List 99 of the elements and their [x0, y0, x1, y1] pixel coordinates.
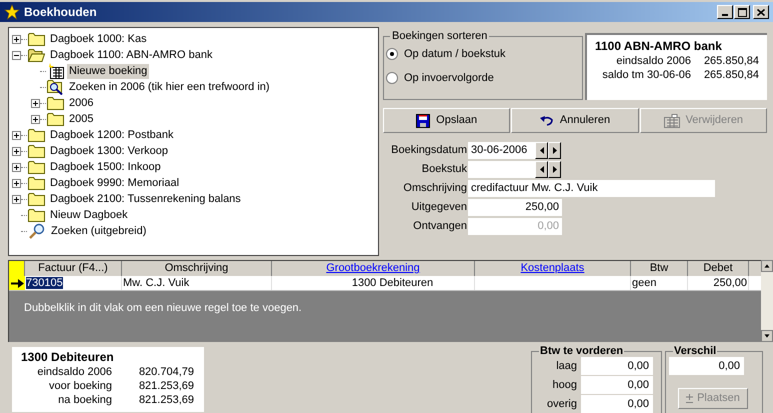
table-cell[interactable]: Mw. C.J. Vuik — [122, 276, 272, 290]
summary-value: 821.253,69 — [138, 379, 194, 393]
input-field[interactable] — [468, 161, 535, 178]
folder-icon — [28, 192, 45, 206]
maximize-button[interactable] — [734, 5, 750, 19]
tree-item[interactable]: Dagboek 9990: Memoriaal — [48, 176, 182, 190]
field-label: Boekingsdatum — [390, 143, 468, 158]
expand-toggle-icon[interactable] — [12, 34, 21, 44]
folder-icon — [28, 128, 45, 142]
field-label: laag — [556, 358, 577, 374]
summary-value: 265.850,84 — [704, 68, 759, 82]
collapse-toggle-icon[interactable] — [12, 50, 21, 60]
left-triangle-icon — [540, 147, 544, 154]
summary-label: na boeking — [57, 393, 112, 407]
tree-item[interactable]: Dagboek 1500: Inkoop — [48, 160, 163, 174]
expand-toggle-icon[interactable] — [12, 194, 21, 204]
plus-minus-icon — [686, 394, 694, 403]
tree-item[interactable]: 2006 — [67, 96, 96, 110]
field-label: Boekstuk — [420, 162, 468, 178]
spreadsheet-icon — [664, 114, 680, 128]
group-title: Boekingen sorteren — [391, 29, 488, 44]
table-cell[interactable]: geen — [631, 276, 688, 290]
spreadsheet-icon — [47, 63, 64, 79]
folder-icon — [28, 160, 45, 174]
field-label: Uitgegeven — [410, 200, 468, 216]
radio-option[interactable]: Op invoervolgorde — [386, 70, 582, 86]
input-field[interactable]: 0,00 — [581, 357, 653, 375]
field-label: overig — [547, 396, 577, 412]
summary-value: 265.850,84 — [704, 54, 759, 68]
scroll-up-icon[interactable] — [761, 260, 773, 272]
summary-value: 820.704,79 — [138, 365, 194, 379]
input-field[interactable]: 0,00 — [581, 395, 653, 413]
open-folder-icon — [28, 48, 45, 62]
summary-value: 821.253,69 — [138, 393, 194, 407]
tree-item[interactable]: Zoeken in 2006 (tik hier een trefwoord in) — [67, 80, 272, 94]
group-title: Btw te vorderen — [539, 345, 624, 357]
input-field[interactable]: 30-06-2006 — [468, 142, 535, 159]
expand-toggle-icon[interactable] — [31, 114, 40, 124]
folder-icon — [47, 112, 64, 126]
tree-item[interactable]: Zoeken (uitgebreid) — [49, 224, 148, 238]
toolbar-button[interactable]: Opslaan — [383, 108, 510, 133]
folder-icon — [28, 176, 45, 190]
expand-toggle-icon[interactable] — [12, 178, 21, 188]
next-button[interactable] — [548, 142, 561, 159]
window-title: Boekhouden — [24, 4, 97, 21]
left-triangle-icon — [540, 166, 544, 173]
tree-item[interactable]: Nieuw Dagboek — [48, 208, 130, 222]
minimize-button[interactable] — [717, 5, 733, 19]
folder-icon — [47, 96, 64, 110]
folder-icon — [28, 208, 45, 222]
toolbar-button[interactable]: Annuleren — [511, 108, 639, 133]
difference-field[interactable]: 0,00 — [669, 357, 744, 375]
tree-item[interactable]: Dagboek 1000: Kas — [48, 32, 149, 46]
input-field[interactable]: 250,00 — [468, 199, 562, 216]
input-field[interactable]: credifactuur Mw. C.J. Vuik — [468, 180, 715, 197]
next-button[interactable] — [548, 161, 561, 178]
undo-arrow-icon — [540, 116, 554, 126]
close-icon — [757, 8, 765, 16]
tree-item[interactable]: 2005 — [67, 112, 96, 126]
scrollbar[interactable] — [761, 260, 773, 342]
expand-toggle-icon[interactable] — [12, 146, 21, 156]
star-app-icon — [4, 4, 20, 20]
expand-toggle-icon[interactable] — [12, 130, 21, 140]
input-field[interactable]: 0,00 — [581, 376, 653, 394]
right-triangle-icon — [552, 166, 556, 173]
tree-item[interactable]: Nieuwe boeking — [67, 64, 150, 78]
folder-icon — [28, 32, 45, 46]
previous-button[interactable] — [535, 142, 548, 159]
table-cell[interactable]: 730105 — [25, 276, 122, 290]
tree-item[interactable]: Dagboek 1300: Verkoop — [48, 144, 170, 158]
folder-icon — [28, 144, 45, 158]
summary-label: saldo tm 30-06-06 — [601, 68, 691, 82]
grid-hint-text: Dubbelklik in dit vlak om een nieuwe regel toe te voegen. — [23, 301, 303, 316]
table-cell[interactable]: 1300 Debiteuren — [272, 276, 475, 290]
group-title: Verschil — [673, 345, 718, 357]
tree-item[interactable]: Dagboek 2100: Tussenrekening balans — [48, 192, 243, 206]
maximize-icon — [738, 8, 746, 16]
table-cell[interactable]: 250,00 — [688, 276, 749, 290]
search-icon — [28, 223, 46, 239]
close-button[interactable] — [753, 5, 769, 19]
field-label: hoog — [552, 378, 577, 393]
arrow-icon — [10, 278, 24, 288]
tree-item[interactable]: Dagboek 1200: Postbank — [48, 128, 176, 142]
field-label: Omschrijving — [402, 181, 468, 196]
expand-toggle-icon[interactable] — [31, 98, 40, 108]
magnifier-folder-icon — [47, 79, 64, 95]
summary-label: voor boeking — [48, 379, 112, 393]
radio-option[interactable]: Op datum / boekstuk — [386, 46, 582, 62]
field-label: Ontvangen — [412, 219, 468, 234]
summary-title: 1300 Debiteuren — [21, 350, 115, 365]
tree-item[interactable]: Dagboek 1100: ABN-AMRO bank — [48, 48, 214, 62]
summary-label: eindsaldo 2006 — [615, 54, 691, 68]
expand-toggle-icon[interactable] — [12, 162, 21, 172]
previous-button[interactable] — [535, 161, 548, 178]
right-triangle-icon — [552, 147, 556, 154]
summary-title: 1100 ABN-AMRO bank — [595, 39, 723, 54]
scroll-down-icon[interactable] — [761, 330, 773, 342]
summary-label: eindsaldo 2006 — [36, 365, 112, 379]
minimize-icon — [722, 14, 728, 16]
